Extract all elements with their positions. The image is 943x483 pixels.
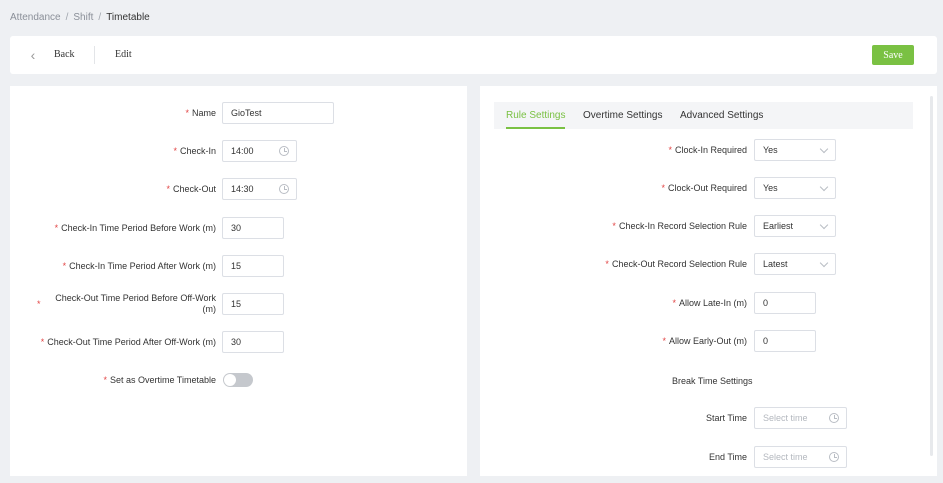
check-in-after-work-input[interactable]: 15 xyxy=(222,255,284,277)
toolbar-divider xyxy=(94,46,95,64)
clock-out-required-label: * Clock-Out Required xyxy=(661,183,747,193)
check-in-before-work-label: * Check-In Time Period Before Work (m) xyxy=(54,223,216,233)
chevron-down-icon xyxy=(819,258,829,268)
clock-icon xyxy=(829,452,839,462)
clock-in-required-row: * Clock-In Required Yes xyxy=(480,139,937,161)
check-in-rule-row: * Check-In Record Selection Rule Earliest xyxy=(480,215,937,237)
overtime-toggle[interactable] xyxy=(223,373,253,387)
check-in-time-input[interactable]: 14:00 xyxy=(222,140,297,162)
clock-out-required-row: * Clock-Out Required Yes xyxy=(480,177,937,199)
toolbar: ‹ Back Edit Save xyxy=(10,36,937,74)
check-out-before-off-work-row: * Check-Out Time Period Before Off-Work … xyxy=(10,293,467,315)
check-in-row: * Check-In 14:00 xyxy=(10,140,467,162)
check-in-rule-select[interactable]: Earliest xyxy=(754,215,836,237)
check-in-before-work-row: * Check-In Time Period Before Work (m) 30 xyxy=(10,217,467,239)
check-out-rule-select[interactable]: Latest xyxy=(754,253,836,275)
check-in-after-work-row: * Check-In Time Period After Work (m) 15 xyxy=(10,255,467,277)
clock-icon xyxy=(279,146,289,156)
breadcrumb-separator: / xyxy=(98,12,102,23)
back-button[interactable]: Back xyxy=(54,49,75,60)
chevron-down-icon xyxy=(819,144,829,154)
check-out-after-off-work-row: * Check-Out Time Period After Off-Work (m… xyxy=(10,331,467,353)
clock-icon xyxy=(829,413,839,423)
required-marker: * xyxy=(37,299,41,309)
required-marker: * xyxy=(185,108,189,118)
check-out-time-input[interactable]: 14:30 xyxy=(222,178,297,200)
allow-early-out-row: * Allow Early-Out (m) 0 xyxy=(480,330,937,352)
check-out-after-off-work-input[interactable]: 30 xyxy=(222,331,284,353)
check-out-rule-row: * Check-Out Record Selection Rule Latest xyxy=(480,253,937,275)
allow-late-in-input[interactable]: 0 xyxy=(754,292,816,314)
end-time-row: End Time Select time xyxy=(480,446,937,468)
breadcrumb-separator: / xyxy=(65,12,69,23)
check-out-before-off-work-label: Check-Out Time Period Before Off-Work (m… xyxy=(55,293,216,314)
check-in-rule-label: * Check-In Record Selection Rule xyxy=(612,221,747,231)
allow-late-in-row: * Allow Late-In (m) 0 xyxy=(480,292,937,314)
breadcrumb-shift[interactable]: Shift xyxy=(73,12,93,23)
check-out-row: * Check-Out 14:30 xyxy=(10,178,467,200)
start-time-label: Start Time xyxy=(705,413,747,423)
start-time-input[interactable]: Select time xyxy=(754,407,847,429)
check-out-before-off-work-input[interactable]: 15 xyxy=(222,293,284,315)
name-label: * Name xyxy=(185,108,216,118)
tab-rule-settings[interactable]: Rule Settings xyxy=(506,110,566,129)
chevron-left-icon[interactable]: ‹ xyxy=(26,47,40,63)
allow-late-in-label: * Allow Late-In (m) xyxy=(672,298,747,308)
check-out-label: * Check-Out xyxy=(166,184,216,194)
break-time-settings-title: Break Time Settings xyxy=(672,376,753,386)
tab-overtime-settings[interactable]: Overtime Settings xyxy=(583,110,662,121)
breadcrumb: Attendance / Shift / Timetable xyxy=(10,12,150,23)
check-in-after-work-label: * Check-In Time Period After Work (m) xyxy=(62,261,216,271)
timetable-rules-panel: Rule Settings Overtime Settings Advanced… xyxy=(480,86,937,476)
allow-early-out-input[interactable]: 0 xyxy=(754,330,816,352)
check-out-rule-label: * Check-Out Record Selection Rule xyxy=(605,259,747,269)
name-input[interactable]: GioTest xyxy=(222,102,334,124)
tab-advanced-settings[interactable]: Advanced Settings xyxy=(680,110,763,121)
chevron-down-icon xyxy=(819,182,829,192)
allow-early-out-label: * Allow Early-Out (m) xyxy=(662,336,747,346)
start-time-row: Start Time Select time xyxy=(480,407,937,429)
save-button[interactable]: Save xyxy=(872,45,914,65)
page-title: Edit xyxy=(115,49,132,60)
name-row: * Name GioTest xyxy=(10,102,467,124)
chevron-down-icon xyxy=(819,220,829,230)
scrollbar[interactable] xyxy=(930,96,933,456)
breadcrumb-timetable: Timetable xyxy=(106,12,150,23)
overtime-row: * Set as Overtime Timetable xyxy=(10,370,467,392)
clock-in-required-label: * Clock-In Required xyxy=(668,145,747,155)
clock-out-required-select[interactable]: Yes xyxy=(754,177,836,199)
timetable-basic-form: * Name GioTest * Check-In 14:00 * Check-Out… xyxy=(10,86,467,476)
clock-icon xyxy=(279,184,289,194)
breadcrumb-attendance[interactable]: Attendance xyxy=(10,12,61,23)
toggle-knob xyxy=(224,374,236,386)
settings-tabs: Rule Settings Overtime Settings Advanced… xyxy=(494,102,913,129)
clock-in-required-select[interactable]: Yes xyxy=(754,139,836,161)
end-time-label: End Time xyxy=(708,452,747,462)
end-time-input[interactable]: Select time xyxy=(754,446,847,468)
overtime-label: * Set as Overtime Timetable xyxy=(103,375,216,385)
check-out-after-off-work-label: * Check-Out Time Period After Off-Work (m… xyxy=(40,337,216,347)
check-in-label: * Check-In xyxy=(173,146,216,156)
check-in-before-work-input[interactable]: 30 xyxy=(222,217,284,239)
